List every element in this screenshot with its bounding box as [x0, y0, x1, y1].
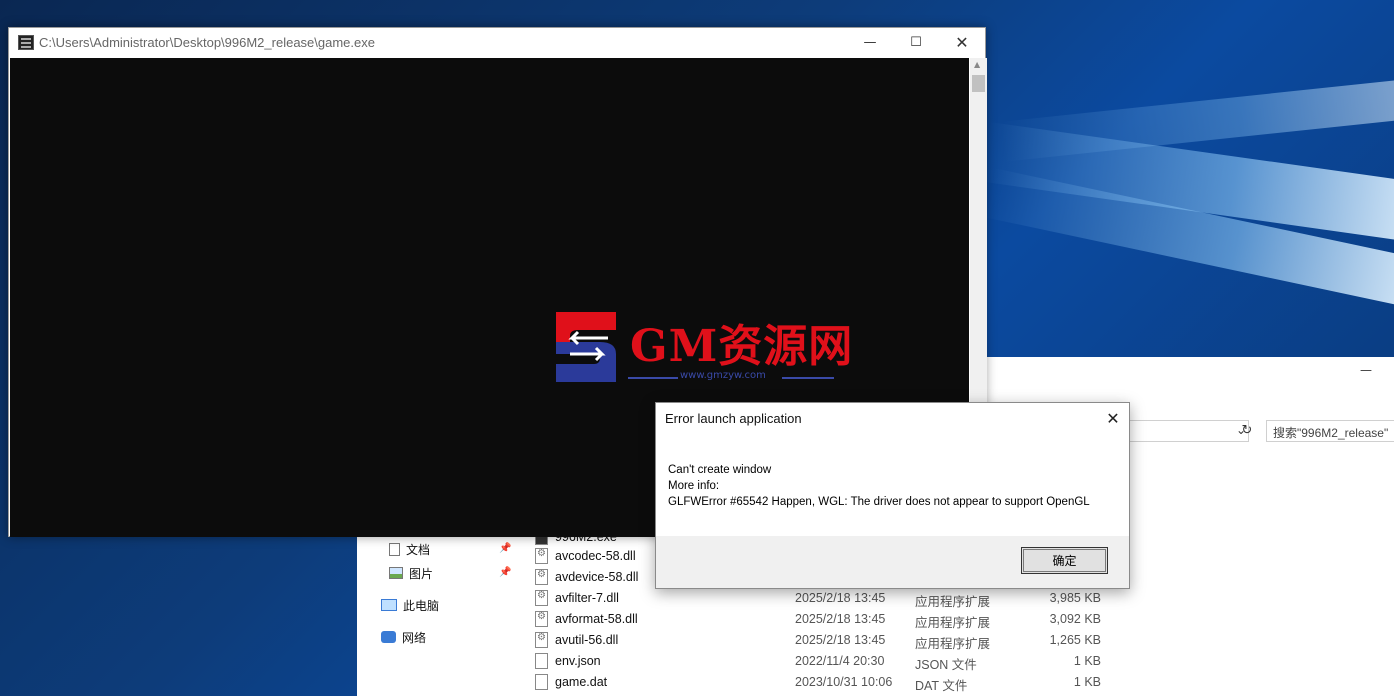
dialog-title: Error launch application [665, 411, 802, 426]
close-button[interactable]: ✕ [1097, 403, 1129, 433]
sidebar-item-network[interactable]: 网络 [381, 627, 426, 647]
dll-file-icon [535, 569, 548, 585]
file-type: 应用程序扩展 [915, 595, 991, 609]
sidebar-item-label: 文档 [406, 542, 431, 557]
list-item[interactable]: env.json 2022/11/4 20:30 JSON 文件 1 KB [535, 651, 1295, 672]
sidebar-item-label: 图片 [409, 566, 434, 581]
file-name: avdevice-58.dll [555, 570, 639, 584]
picture-icon [389, 567, 403, 579]
network-icon [381, 631, 396, 643]
file-type: 应用程序扩展 [915, 616, 991, 630]
scrollbar-thumb[interactable] [972, 75, 985, 92]
ok-button[interactable]: 确定 [1021, 547, 1108, 574]
dialog-message: Can't create window More info: GLFWError… [668, 462, 1090, 510]
minimize-button[interactable]: — [847, 28, 893, 57]
file-name: game.dat [555, 675, 608, 689]
logo-divider [628, 377, 678, 379]
file-size: 1 KB [1073, 654, 1101, 668]
file-name: avcodec-58.dll [555, 549, 636, 563]
error-dialog: Error launch application ✕ Can't create … [655, 402, 1130, 589]
search-input[interactable]: 搜索"996M2_release" [1266, 420, 1394, 442]
dll-file-icon [535, 548, 548, 564]
close-button[interactable]: ✕ [939, 28, 985, 57]
file-type: 应用程序扩展 [915, 637, 991, 651]
minimize-button[interactable]: — [1360, 363, 1372, 377]
file-date: 2025/2/18 13:45 [795, 633, 886, 647]
dll-file-icon [535, 590, 548, 606]
file-type: DAT 文件 [915, 679, 968, 693]
file-size: 3,985 KB [1049, 591, 1101, 605]
dialog-footer: 确定 [656, 536, 1129, 588]
message-line: GLFWError #65542 Happen, WGL: The driver… [668, 496, 1090, 508]
file-date: 2023/10/31 10:06 [795, 675, 893, 689]
file-date: 2025/2/18 13:45 [795, 612, 886, 626]
refresh-icon[interactable]: ↻ [1237, 420, 1257, 442]
file-size: 1,265 KB [1049, 633, 1101, 647]
logo-divider [782, 377, 834, 379]
watermark-logo: GM资源网 www.gmzyw.com [550, 308, 852, 388]
address-dropdown[interactable]: ⌄ [1127, 420, 1249, 442]
sidebar-item-this-pc[interactable]: 此电脑 [381, 595, 439, 615]
json-file-icon [535, 653, 548, 669]
file-date: 2022/11/4 20:30 [795, 654, 885, 668]
file-name: avfilter-7.dll [555, 591, 619, 605]
file-size: 3,092 KB [1049, 612, 1101, 626]
dat-file-icon [535, 674, 548, 690]
maximize-button[interactable]: ☐ [893, 28, 939, 57]
file-name: avformat-58.dll [555, 612, 638, 626]
console-titlebar[interactable]: C:\Users\Administrator\Desktop\996M2_rel… [9, 28, 985, 57]
file-size: 1 KB [1073, 675, 1101, 689]
window-title: C:\Users\Administrator\Desktop\996M2_rel… [39, 35, 375, 50]
file-name: avutil-56.dll [555, 633, 619, 647]
console-app-icon[interactable] [18, 35, 34, 50]
pin-icon[interactable]: 📌 [499, 567, 511, 578]
list-item[interactable]: avfilter-7.dll 2025/2/18 13:45 应用程序扩展 3,… [535, 588, 1295, 609]
file-date: 2025/2/18 13:45 [795, 591, 886, 605]
message-line: More info: [668, 480, 720, 492]
wallpaper-light-beam [1000, 80, 1394, 162]
list-item[interactable]: avformat-58.dll 2025/2/18 13:45 应用程序扩展 3… [535, 609, 1295, 630]
sidebar-item-pictures[interactable]: 图片 [389, 563, 433, 583]
pin-icon[interactable]: 📌 [499, 543, 511, 554]
dll-file-icon [535, 611, 548, 627]
list-item[interactable]: game.dat 2023/10/31 10:06 DAT 文件 1 KB [535, 672, 1295, 693]
sidebar-item-label: 网络 [402, 630, 427, 645]
file-name: env.json [555, 654, 601, 668]
message-line: Can't create window [668, 464, 772, 476]
logo-mark-icon [556, 312, 616, 382]
file-type: JSON 文件 [915, 658, 977, 672]
scroll-up-icon[interactable]: ▲ [974, 60, 980, 69]
dll-file-icon [535, 632, 548, 648]
list-item[interactable]: avutil-56.dll 2025/2/18 13:45 应用程序扩展 1,2… [535, 630, 1295, 651]
sidebar-item-label: 此电脑 [403, 598, 440, 613]
sidebar-item-documents[interactable]: 文档 [389, 539, 430, 559]
computer-icon [381, 599, 397, 611]
document-icon [389, 542, 400, 556]
logo-title: GM资源网 [630, 321, 854, 372]
logo-url: www.gmzyw.com [680, 370, 766, 381]
